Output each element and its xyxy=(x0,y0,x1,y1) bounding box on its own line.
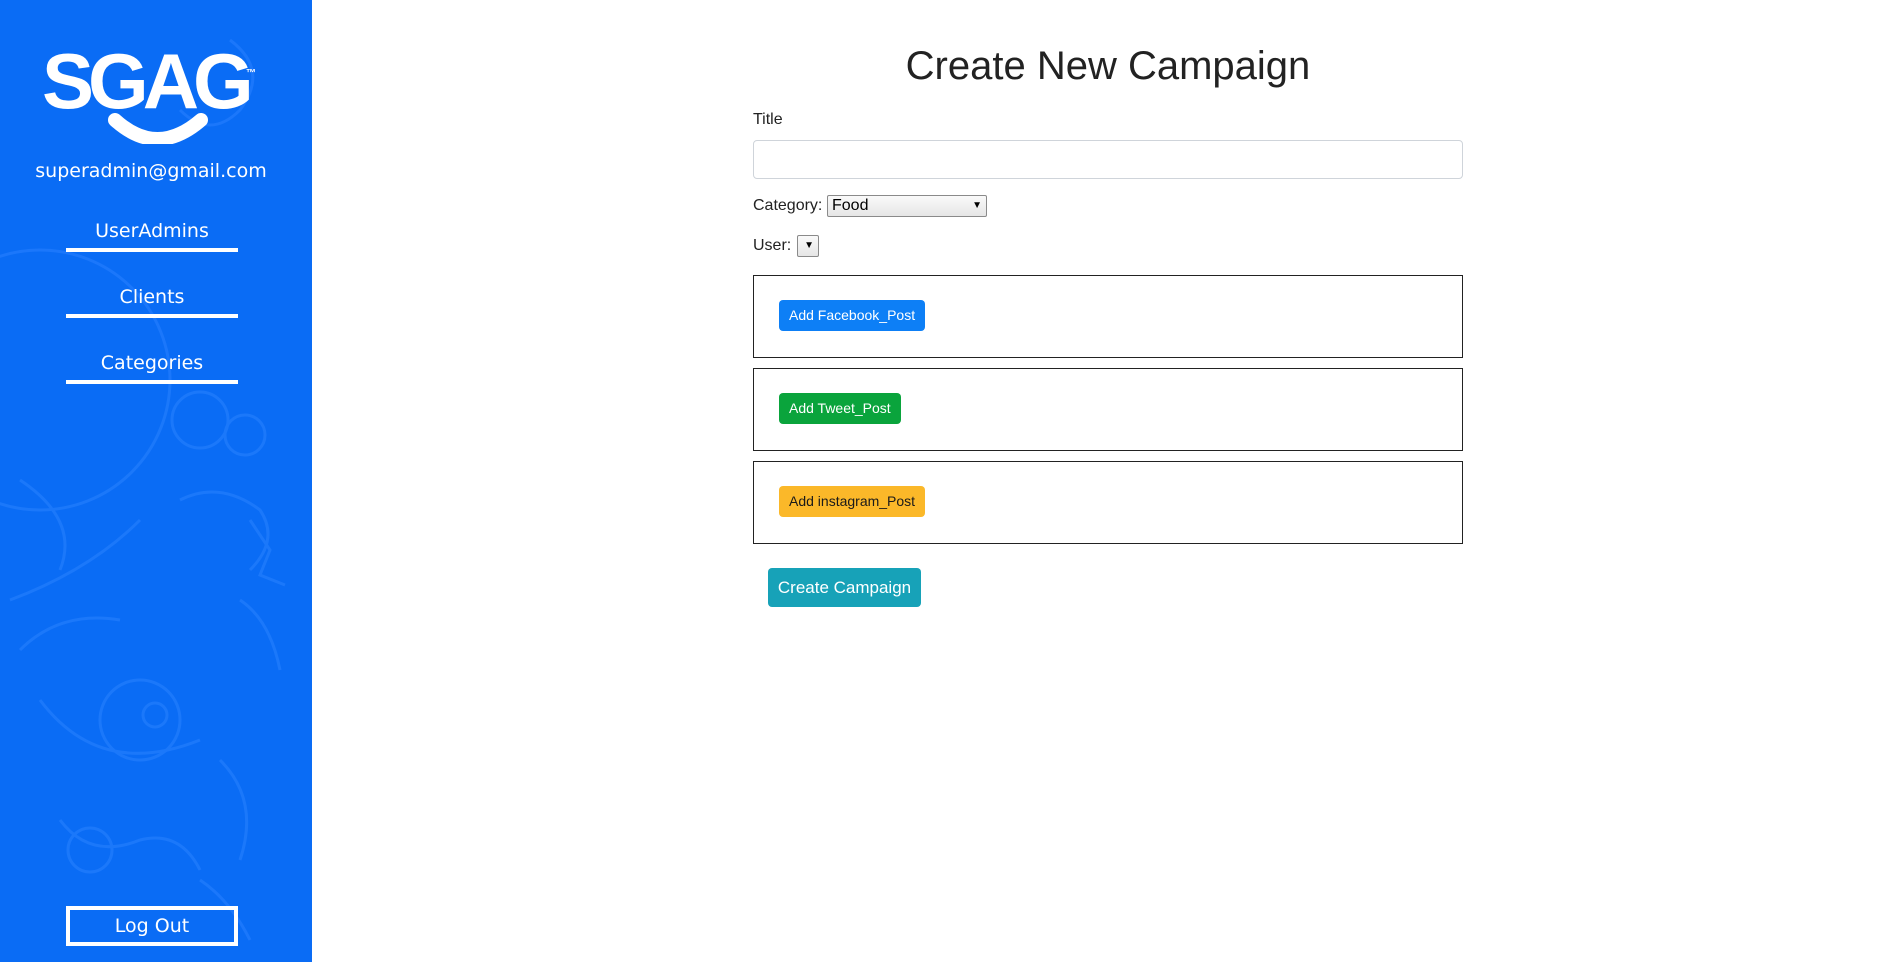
sidebar-item-clients[interactable]: Clients xyxy=(66,286,238,318)
facebook-post-section: Add Facebook_Post xyxy=(753,275,1463,358)
sidebar: SGAG ™ superadmin@gmail.com UserAdmins C… xyxy=(0,0,312,962)
title-input[interactable] xyxy=(753,140,1463,179)
user-label: User: xyxy=(753,237,792,254)
category-select[interactable]: Food ▼ xyxy=(827,195,987,217)
dropdown-arrow-icon: ▼ xyxy=(972,200,982,211)
dropdown-arrow-icon: ▼ xyxy=(804,240,814,251)
user-email: superadmin@gmail.com xyxy=(35,160,267,182)
add-tweet-post-button[interactable]: Add Tweet_Post xyxy=(779,393,901,424)
title-label: Title xyxy=(753,111,783,128)
logout-button[interactable]: Log Out xyxy=(66,906,238,946)
category-label: Category: xyxy=(753,197,823,214)
sidebar-doodle-background xyxy=(0,38,286,941)
add-facebook-post-button[interactable]: Add Facebook_Post xyxy=(779,300,926,331)
sidebar-item-useradmins[interactable]: UserAdmins xyxy=(66,220,238,252)
sidebar-item-categories[interactable]: Categories xyxy=(66,352,238,384)
add-instagram-post-button[interactable]: Add instagram_Post xyxy=(779,486,926,517)
tweet-post-section: Add Tweet_Post xyxy=(753,368,1463,451)
user-select[interactable]: ▼ xyxy=(797,235,819,257)
sgag-logo[interactable]: SGAG ™ xyxy=(40,34,270,144)
svg-text:SGAG: SGAG xyxy=(42,37,249,125)
category-selected-value: Food xyxy=(832,197,869,214)
create-campaign-button[interactable]: Create Campaign xyxy=(768,568,921,607)
instagram-post-section: Add instagram_Post xyxy=(753,461,1463,544)
page-title: Create New Campaign xyxy=(905,44,1311,88)
svg-text:™: ™ xyxy=(246,68,256,79)
